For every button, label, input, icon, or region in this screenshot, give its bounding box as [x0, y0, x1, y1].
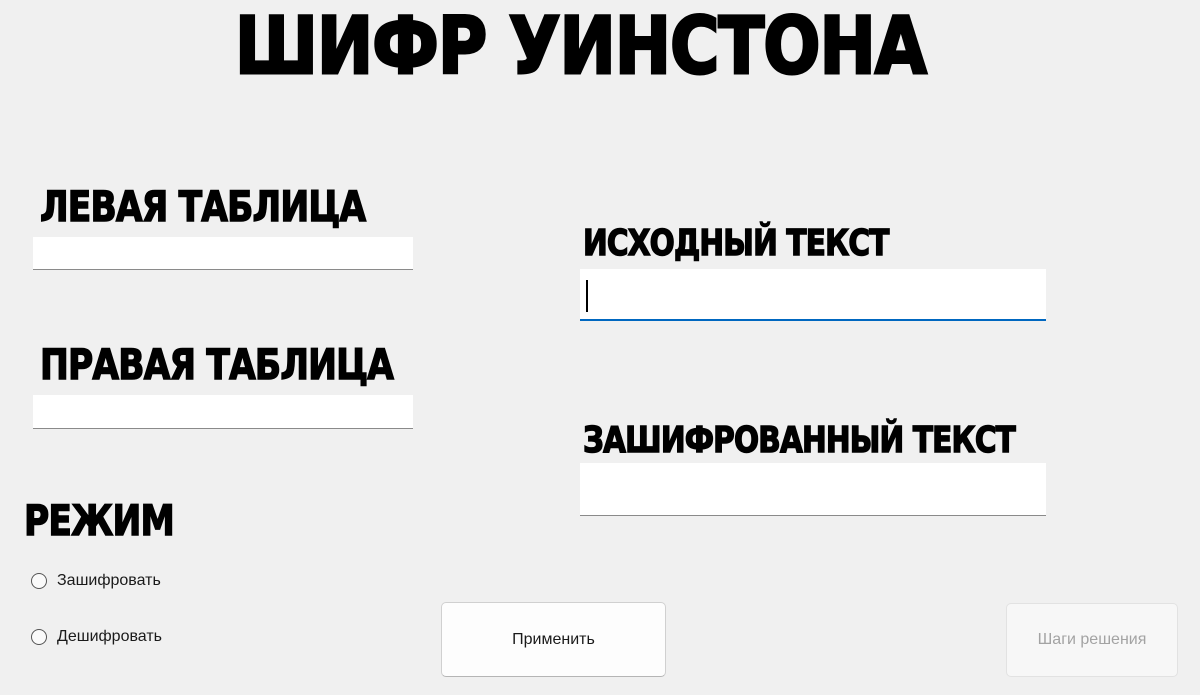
app-title: ШИФР УИНСТОНА	[234, 1, 928, 94]
encrypt-radio-button[interactable]	[31, 573, 47, 589]
decrypt-radio-button[interactable]	[31, 629, 47, 645]
solution-steps-button[interactable]: Шаги решения	[1006, 603, 1178, 677]
source-text-input[interactable]	[580, 269, 1046, 321]
encrypted-text-input[interactable]	[580, 463, 1046, 516]
decrypt-radio-label[interactable]: Дешифровать	[57, 628, 162, 646]
encrypt-radio-label[interactable]: Зашифровать	[57, 572, 161, 590]
apply-button[interactable]: Применить	[441, 602, 666, 677]
left-table-input[interactable]	[33, 237, 413, 270]
left-table-label: ЛЕВАЯ ТАБЛИЦА	[39, 181, 366, 232]
app-window: ШИФР УИНСТОНА ЛЕВАЯ ТАБЛИЦА ПРАВАЯ ТАБЛИ…	[0, 0, 1200, 695]
mode-label: РЕЖИМ	[23, 495, 175, 546]
encrypted-text-label: ЗАШИФРОВАННЫЙ ТЕКСТ	[582, 419, 1016, 462]
source-text-label: ИСХОДНЫЙ ТЕКСТ	[582, 222, 890, 265]
right-table-input[interactable]	[33, 395, 413, 429]
decrypt-radio-option[interactable]: Дешифровать	[31, 628, 162, 646]
text-caret	[586, 280, 588, 312]
right-table-label: ПРАВАЯ ТАБЛИЦА	[39, 339, 394, 390]
encrypt-radio-option[interactable]: Зашифровать	[31, 572, 161, 590]
